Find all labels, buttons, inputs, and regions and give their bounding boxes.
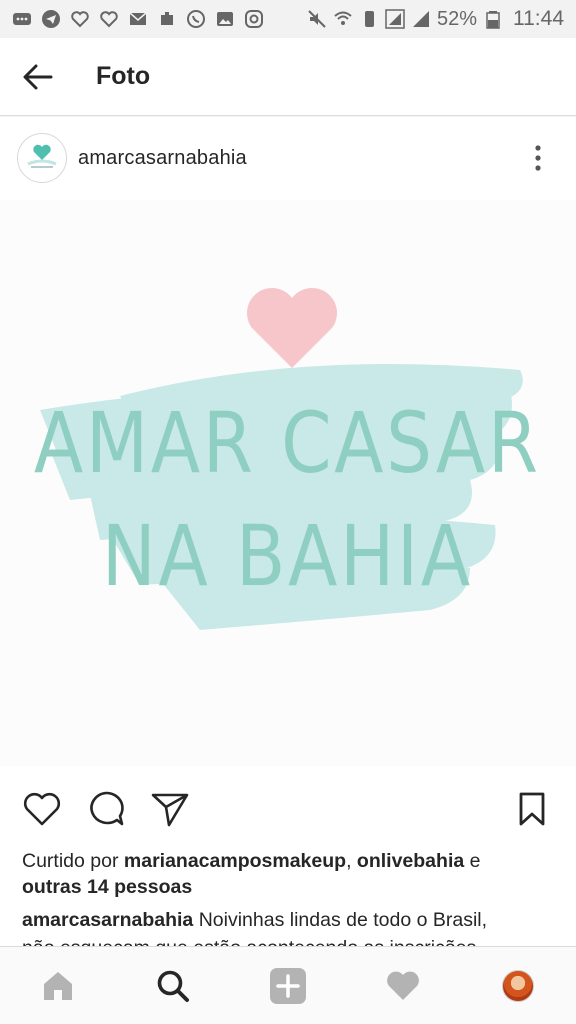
bottom-nav [0,946,576,1024]
likes-prefix: Curtido por [22,850,124,872]
profile-avatar [502,969,535,1002]
battery-icon [483,9,503,29]
heart-logo-icon [27,144,57,168]
send-icon [151,793,189,827]
post-header: amarcasarnabahia [0,117,576,199]
liker-link[interactable]: marianacamposmakeup [124,850,346,872]
arrow-left-icon [23,64,53,89]
more-options-button[interactable] [526,138,550,178]
system-icons: 52% 11:44 [307,7,564,31]
likes-connector: e [464,850,481,872]
save-button[interactable] [510,787,554,831]
activity-heart-icon [387,971,420,1000]
signal-icon [385,9,405,29]
image-line2: NA BAHIA [102,508,473,606]
likes-summary: Curtido por marianacamposmakeup, onliveb… [22,848,562,900]
back-button[interactable] [0,38,76,116]
post-username[interactable]: amarcasarnabahia [78,147,247,170]
email-icon [128,9,148,29]
notification-icon [12,9,32,29]
vibrate-icon [359,9,379,29]
gallery-icon [215,9,235,29]
home-icon [43,971,72,1000]
comment-icon [90,791,124,826]
post-image[interactable]: AMAR CASAR NA BAHIA [0,200,576,766]
comment-button[interactable] [84,787,128,831]
wifi-icon [333,9,353,29]
telegram-icon [41,9,61,29]
likes-separator: , [346,850,357,872]
nav-add[interactable] [258,956,318,1016]
battery-percent: 52% [436,7,477,30]
nav-profile[interactable] [488,956,548,1016]
add-icon [269,967,306,1004]
nav-search[interactable] [143,956,203,1016]
instagram-icon [244,9,264,29]
nav-home[interactable] [28,956,88,1016]
avatar[interactable] [17,133,67,183]
liker-link[interactable]: onlivebahia [357,850,464,872]
search-icon [157,970,189,1002]
clock: 11:44 [513,7,564,30]
puzzle-icon [157,9,177,29]
likes-others-link[interactable]: outras 14 pessoas [22,876,192,898]
heart-outline-icon [99,9,119,29]
heart-outline-icon [23,792,61,826]
like-button[interactable] [20,787,64,831]
mute-icon [307,9,327,29]
bookmark-icon [519,792,545,826]
app-bar: Foto [0,38,576,116]
page-title: Foto [96,62,151,90]
notification-icons [12,9,264,29]
heart-outline-icon [70,9,90,29]
post-actions [0,766,576,852]
whatsapp-icon [186,9,206,29]
post-image-art: AMAR CASAR NA BAHIA [0,200,576,766]
image-line1: AMAR CASAR [34,395,541,493]
signal-icon [411,9,431,29]
nav-activity[interactable] [373,956,433,1016]
status-bar: 52% 11:44 [0,0,576,38]
share-button[interactable] [148,787,192,831]
more-vertical-icon [535,145,541,171]
caption-text: Noivinhas lindas de todo o Brasil, [193,909,488,931]
caption-author[interactable]: amarcasarnabahia [22,909,193,931]
